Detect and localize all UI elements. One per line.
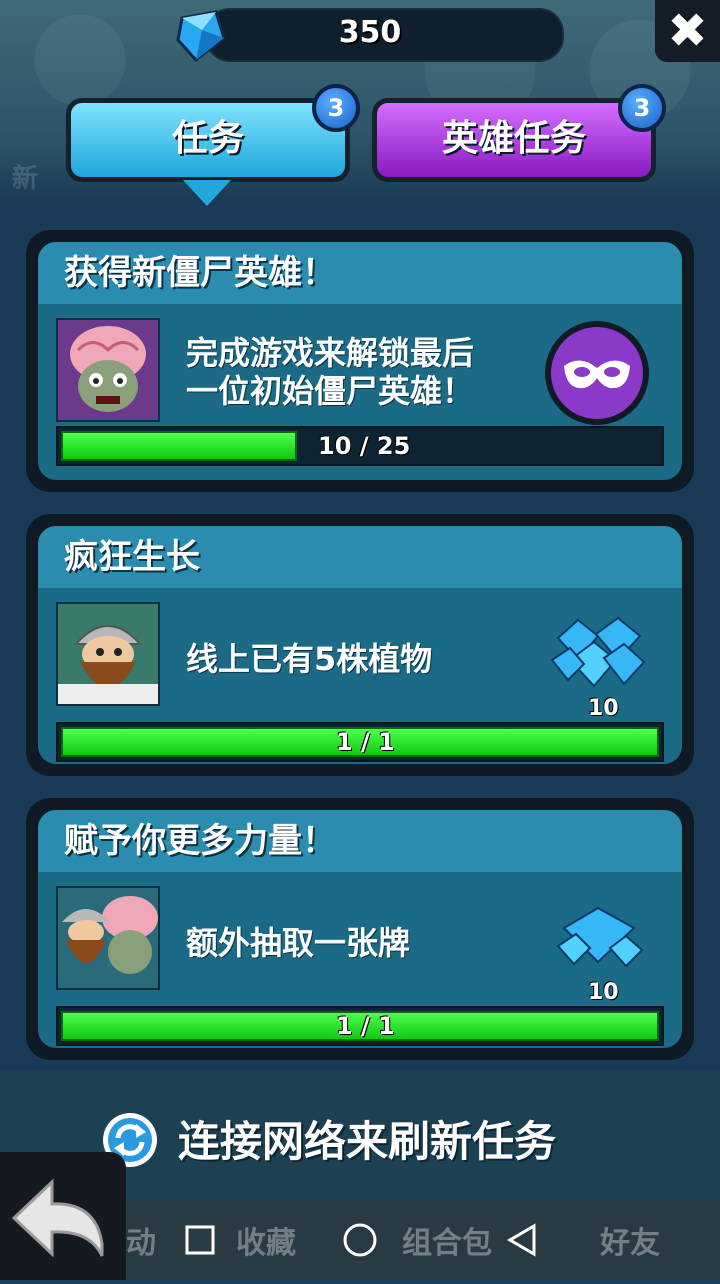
back-button[interactable]	[0, 1152, 126, 1280]
tab-hero-tasks[interactable]: 英雄任务	[372, 98, 656, 182]
quest-progress-bar: 1 / 1	[56, 1006, 664, 1046]
nav-item-collection[interactable]: 收藏	[236, 1218, 296, 1262]
close-button[interactable]: ✖	[655, 0, 720, 62]
gem-icon	[176, 10, 226, 63]
background-left-text: 新	[12, 164, 39, 194]
heroes-portrait	[56, 886, 160, 990]
refresh-text: 连接网络来刷新任务	[178, 1117, 557, 1166]
tab-hero-tasks-badge: 3	[618, 84, 666, 132]
quest-progress-bar: 1 / 1	[56, 722, 664, 762]
progress-text: 1 / 1	[336, 728, 395, 756]
progress-fill	[61, 431, 297, 461]
progress-text: 1 / 1	[336, 1012, 395, 1040]
reward-amount: 10	[588, 980, 619, 1005]
gem-pile-icon	[556, 906, 644, 968]
quest-progress-bar: 10 / 25	[56, 426, 664, 466]
quest-description-line-1: 完成游戏来解锁最后	[186, 334, 475, 372]
gem-pile-icon	[550, 616, 646, 688]
tab-tasks-badge: 3	[312, 84, 360, 132]
reward-amount: 10	[588, 696, 619, 721]
quest-description-line-2: 一位初始僵尸英雄！	[186, 372, 475, 410]
quest-description: 线上已有5株植物	[186, 640, 433, 678]
quest-card-1: 获得新僵尸英雄！ 完成游戏来解锁最后 一位初始僵尸英雄！ 10 / 25	[26, 230, 694, 492]
quest-title: 赋予你更多力量！	[38, 810, 682, 872]
plant-hero-portrait	[56, 602, 160, 706]
quest-description: 完成游戏来解锁最后 一位初始僵尸英雄！	[186, 334, 516, 410]
progress-text: 10 / 25	[318, 432, 411, 460]
active-tab-pointer	[183, 180, 231, 206]
quest-title: 获得新僵尸英雄！	[38, 242, 682, 304]
nav-item-packs[interactable]: 组合包	[402, 1218, 492, 1262]
gem-count: 350	[338, 15, 402, 50]
quest-title: 疯狂生长	[38, 526, 682, 588]
nav-item-friends[interactable]: 好友	[600, 1218, 660, 1262]
back-nav-icon[interactable]	[504, 1222, 540, 1258]
tab-tasks[interactable]: 任务	[66, 98, 350, 182]
home-icon[interactable]	[342, 1222, 378, 1258]
zombie-hero-portrait	[56, 318, 160, 422]
quest-card-2: 疯狂生长 线上已有5株植物 10 1 / 1	[26, 514, 694, 776]
quest-card-3: 赋予你更多力量！ 额外抽取一张牌 10 1 / 1	[26, 798, 694, 1060]
quest-description: 额外抽取一张牌	[186, 924, 411, 962]
mask-icon	[545, 321, 649, 425]
back-arrow-icon	[11, 1178, 104, 1258]
nav-item-dong[interactable]: 动	[126, 1218, 156, 1262]
recent-apps-icon[interactable]	[184, 1224, 218, 1258]
